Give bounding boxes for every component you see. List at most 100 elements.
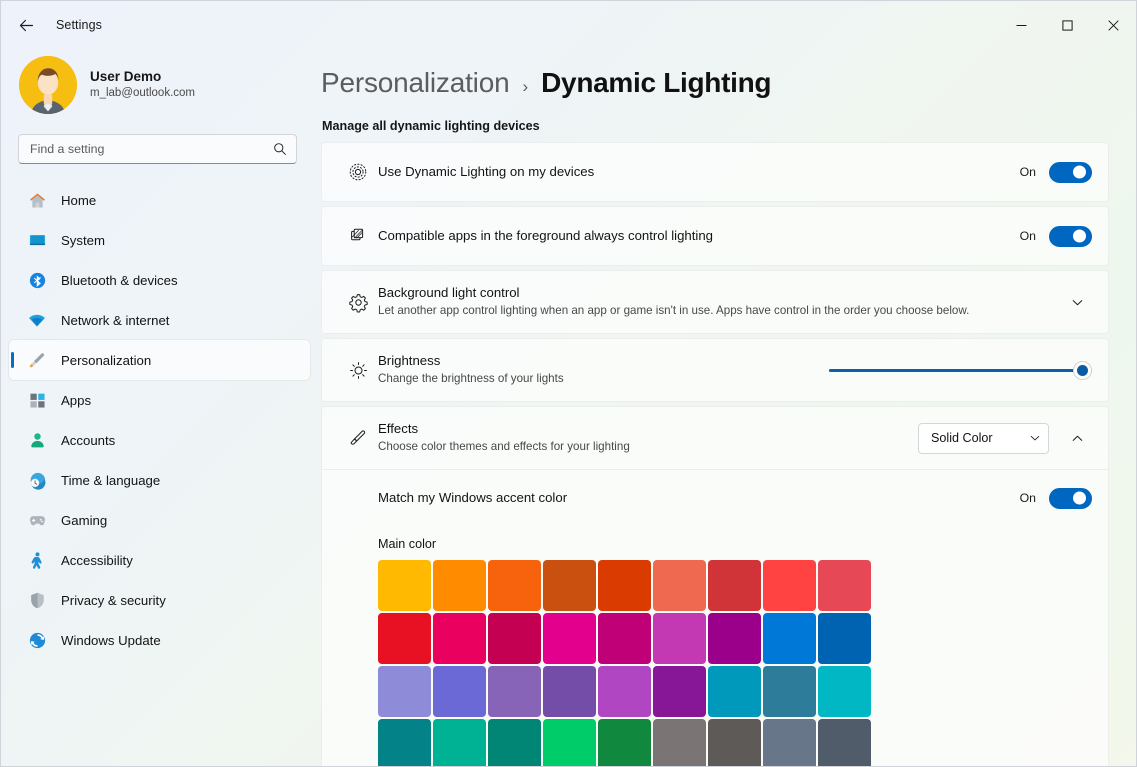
- row-effects: Effects Choose color themes and effects …: [322, 407, 1108, 469]
- card-use-dynamic-lighting: Use Dynamic Lighting on my devices On: [321, 142, 1109, 202]
- sidebar-nav: Home System Bluetooth & devices Network …: [1, 180, 321, 660]
- window-title: Settings: [56, 18, 102, 32]
- card-brightness: Brightness Change the brightness of your…: [321, 338, 1109, 402]
- color-swatch[interactable]: [708, 560, 761, 611]
- color-swatch[interactable]: [818, 666, 871, 717]
- main-color-label: Main color: [378, 537, 437, 551]
- breadcrumb-separator: ›: [522, 77, 529, 96]
- search-area: [1, 113, 321, 164]
- sidebar-item-network[interactable]: Network & internet: [9, 300, 310, 340]
- chevron-down-icon[interactable]: [1062, 287, 1092, 317]
- search-input[interactable]: [30, 142, 273, 156]
- color-swatch[interactable]: [433, 613, 486, 664]
- row-subtitle: Let another app control lighting when an…: [378, 304, 970, 318]
- card-effects: Effects Choose color themes and effects …: [321, 406, 1109, 766]
- back-arrow-icon: [19, 19, 33, 31]
- sidebar-item-personalization[interactable]: Personalization: [9, 340, 310, 380]
- color-swatch[interactable]: [378, 719, 431, 766]
- row-controls: On: [1020, 487, 1092, 509]
- color-swatch[interactable]: [708, 666, 761, 717]
- color-swatch[interactable]: [763, 719, 816, 766]
- sidebar-item-system[interactable]: System: [9, 220, 310, 260]
- sidebar-item-bluetooth[interactable]: Bluetooth & devices: [9, 260, 310, 300]
- sidebar-item-windows-update[interactable]: Windows Update: [9, 620, 310, 660]
- main-inner: Personalization › Dynamic Lighting Manag…: [321, 49, 1136, 766]
- slider-thumb[interactable]: [1073, 360, 1092, 380]
- color-swatch[interactable]: [543, 666, 596, 717]
- row-text: Background light control Let another app…: [378, 284, 1062, 319]
- card-background-light-control[interactable]: Background light control Let another app…: [321, 270, 1109, 334]
- account-block[interactable]: User Demo m_lab@outlook.com: [1, 49, 321, 114]
- sidebar-item-label: Windows Update: [61, 632, 161, 648]
- color-swatch[interactable]: [598, 666, 651, 717]
- sidebar-item-gaming[interactable]: Gaming: [9, 500, 310, 540]
- color-swatch[interactable]: [653, 560, 706, 611]
- row-controls: On: [1020, 161, 1092, 183]
- close-button[interactable]: [1090, 1, 1136, 49]
- color-swatch[interactable]: [433, 666, 486, 717]
- sidebar-item-privacy-security[interactable]: Privacy & security: [9, 580, 310, 620]
- color-swatch[interactable]: [598, 719, 651, 766]
- row-subtitle: Choose color themes and effects for your…: [378, 440, 630, 454]
- color-swatch[interactable]: [653, 613, 706, 664]
- color-swatch[interactable]: [818, 613, 871, 664]
- sidebar-item-accessibility[interactable]: Accessibility: [9, 540, 310, 580]
- breadcrumb: Personalization › Dynamic Lighting: [321, 67, 1109, 99]
- search-box[interactable]: [18, 134, 297, 164]
- color-swatch[interactable]: [378, 560, 431, 611]
- search-icon: [273, 142, 287, 156]
- close-icon: [1107, 19, 1119, 31]
- color-swatch[interactable]: [433, 560, 486, 611]
- color-swatch[interactable]: [433, 719, 486, 766]
- color-swatch[interactable]: [543, 560, 596, 611]
- settings-window: Settings User Demo m_lab@outlook.com Fin…: [0, 0, 1137, 767]
- color-swatch[interactable]: [488, 560, 541, 611]
- card-compatible-apps: Compatible apps in the foreground always…: [321, 206, 1109, 266]
- back-button[interactable]: [9, 8, 43, 42]
- color-swatch[interactable]: [818, 560, 871, 611]
- sidebar-item-apps[interactable]: Apps: [9, 380, 310, 420]
- color-swatch[interactable]: [488, 719, 541, 766]
- color-swatch[interactable]: [543, 613, 596, 664]
- row-subtitle: Change the brightness of your lights: [378, 372, 564, 386]
- color-swatch[interactable]: [763, 666, 816, 717]
- compatible-apps-toggle[interactable]: [1049, 225, 1092, 247]
- color-swatch[interactable]: [598, 613, 651, 664]
- main-color-block: Main color: [322, 526, 1108, 766]
- color-swatch[interactable]: [378, 666, 431, 717]
- minimize-icon: [1016, 24, 1026, 26]
- effects-dropdown[interactable]: Solid Color: [918, 422, 1049, 454]
- color-swatch[interactable]: [708, 719, 761, 766]
- color-swatch[interactable]: [598, 560, 651, 611]
- color-swatch[interactable]: [488, 613, 541, 664]
- color-swatch[interactable]: [653, 666, 706, 717]
- use-dynamic-lighting-toggle[interactable]: [1049, 161, 1092, 183]
- sidebar-item-home[interactable]: Home: [9, 180, 310, 220]
- app-link-icon: [338, 226, 378, 247]
- row-background-light-control[interactable]: Background light control Let another app…: [322, 271, 1108, 333]
- color-swatch[interactable]: [818, 719, 871, 766]
- row-controls: [1062, 287, 1092, 317]
- color-swatch[interactable]: [708, 613, 761, 664]
- breadcrumb-parent[interactable]: Personalization: [321, 67, 510, 99]
- shield-icon: [27, 590, 47, 610]
- color-swatch[interactable]: [543, 719, 596, 766]
- row-text: Brightness Change the brightness of your…: [378, 352, 829, 387]
- sidebar-item-time-language[interactable]: Time & language: [9, 460, 310, 500]
- minimize-button[interactable]: [998, 1, 1044, 49]
- maximize-button[interactable]: [1044, 1, 1090, 49]
- color-swatch[interactable]: [653, 719, 706, 766]
- color-swatch[interactable]: [763, 560, 816, 611]
- page-title: Dynamic Lighting: [541, 67, 772, 98]
- sidebar-item-accounts[interactable]: Accounts: [9, 420, 310, 460]
- sidebar-item-label: Gaming: [61, 512, 108, 528]
- chevron-up-icon[interactable]: [1062, 423, 1092, 453]
- color-swatch[interactable]: [763, 613, 816, 664]
- sidebar-item-label: System: [61, 232, 105, 248]
- match-accent-toggle[interactable]: [1049, 487, 1092, 509]
- row-title: Brightness: [378, 353, 441, 369]
- toggle-state-label: On: [1019, 229, 1036, 243]
- color-swatch[interactable]: [378, 613, 431, 664]
- brightness-slider[interactable]: [829, 355, 1092, 385]
- color-swatch[interactable]: [488, 666, 541, 717]
